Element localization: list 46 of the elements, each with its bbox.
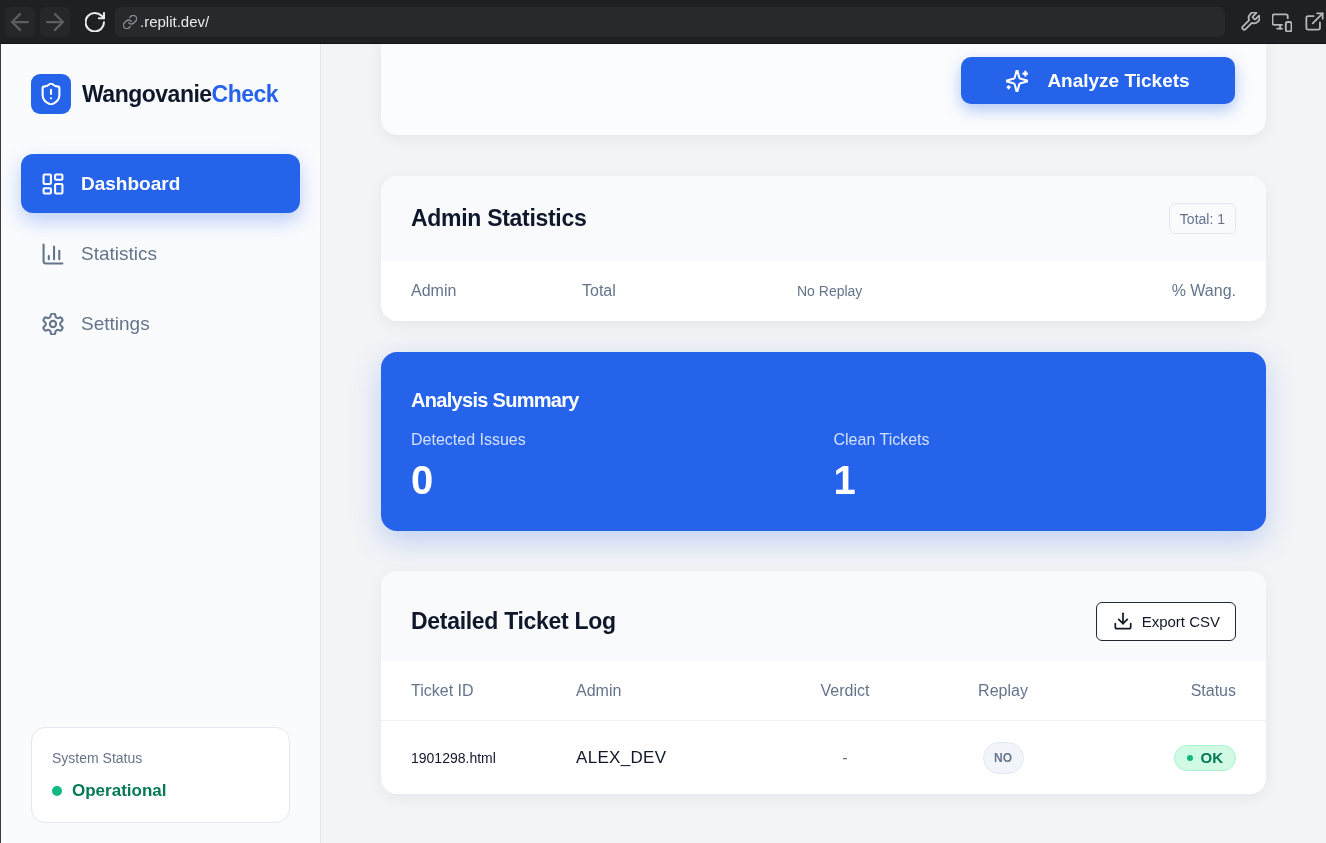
admin-name-cell-text: ALEX_DEV <box>576 747 668 768</box>
url-text: .replit.dev/ <box>140 13 210 30</box>
export-csv-button[interactable]: Export CSV <box>1095 601 1236 641</box>
sidebar-nav-item[interactable]: Statistics <box>21 224 300 283</box>
bar-chart-icon <box>42 242 64 265</box>
total-count-badge: Total: 1 <box>1168 203 1236 234</box>
status-text: OK <box>1200 749 1223 766</box>
system-status-label: System Status <box>52 750 144 766</box>
reload-icon <box>85 11 105 32</box>
column-header: No Replay <box>797 283 864 299</box>
metric-label: Detected Issues <box>411 430 527 450</box>
address-bar[interactable]: .replit.dev/ <box>115 6 1225 37</box>
status-dot-icon <box>52 786 62 796</box>
dashboard-grid-icon <box>42 172 64 195</box>
sparkles-icon <box>1006 69 1029 92</box>
column-header: Admin <box>411 282 458 300</box>
verdict-cell: - <box>842 748 848 767</box>
column-header: Status <box>1190 681 1236 700</box>
system-status-value: Operational <box>72 781 167 801</box>
sidebar-nav-item[interactable]: Settings <box>21 294 300 353</box>
summary-title: Analysis Summary <box>411 388 580 412</box>
column-header: Verdict <box>820 681 870 700</box>
devices-icon <box>1272 11 1292 32</box>
external-link-icon <box>1304 12 1324 31</box>
column-header: Replay <box>978 681 1028 700</box>
shield-alert-icon <box>31 74 71 114</box>
column-header: Admin <box>576 681 623 700</box>
replay-badge: NO <box>982 741 1024 774</box>
card-title: Detailed Ticket Log <box>411 607 616 635</box>
ticket-id-cell-text: 1901298.html <box>411 749 497 766</box>
wrench-icon <box>1240 12 1260 31</box>
metric-value: 1 <box>833 457 857 504</box>
download-icon <box>1113 612 1132 630</box>
arrow-right-icon <box>46 12 64 31</box>
sidebar-nav-item[interactable]: Dashboard <box>21 154 300 213</box>
app-logo-text: WangovanieCheck <box>82 80 279 108</box>
settings-icon <box>42 312 64 335</box>
status-dot-icon <box>1186 754 1193 761</box>
column-header: Ticket ID <box>411 681 475 700</box>
column-header: Total <box>582 282 617 300</box>
analyze-tickets-button[interactable]: Analyze Tickets <box>961 57 1235 104</box>
column-header: % Wang. <box>1171 282 1236 300</box>
metric-label: Clean Tickets <box>833 430 931 450</box>
link-icon <box>123 14 137 29</box>
card-title: Admin Statistics <box>411 205 587 232</box>
metric-value: 0 <box>411 457 435 504</box>
